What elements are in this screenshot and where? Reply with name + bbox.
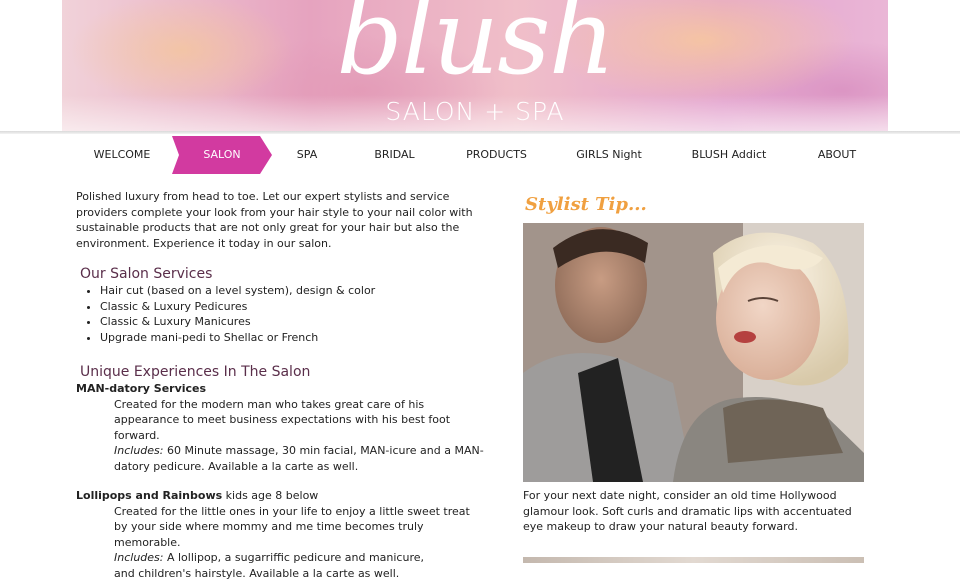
intro-text: Polished luxury from head to toe. Let ou… [76, 189, 486, 251]
nav-item-products[interactable]: PRODUCTS [449, 136, 544, 174]
includes-label: Includes: [114, 444, 163, 457]
main-nav: WELCOME SALON SPA BRIDAL PRODUCTS GIRLS … [62, 136, 888, 174]
nav-item-spa[interactable]: SPA [267, 136, 347, 174]
nav-item-bridal[interactable]: BRIDAL [347, 136, 442, 174]
unique-heading: Unique Experiences In The Salon [80, 363, 486, 381]
service-item: Classic & Luxury Manicures [100, 314, 486, 330]
man-service-desc: Created for the modern man who takes gre… [114, 397, 486, 444]
lollipops-includes: Includes: A lollipop, a sugarriffic pedi… [114, 550, 486, 566]
secondary-photo [523, 557, 864, 563]
stylist-tip-caption: For your next date night, consider an ol… [523, 488, 864, 535]
logo-subtitle: SALON + SPA [62, 97, 888, 126]
service-item: Hair cut (based on a level system), desi… [100, 283, 486, 299]
photo-illustration [523, 223, 864, 482]
includes-label: Includes: [114, 551, 163, 564]
header-divider [0, 131, 960, 134]
nav-item-about[interactable]: ABOUT [802, 136, 872, 174]
nav-item-girls-night[interactable]: GIRLS Night [559, 136, 659, 174]
lollipops-heading: Lollipops and Rainbows kids age 8 below [76, 488, 486, 504]
services-heading: Our Salon Services [80, 265, 486, 283]
lollipops-desc: Created for the little ones in your life… [114, 504, 486, 551]
services-list: Hair cut (based on a level system), desi… [76, 283, 486, 345]
stylist-tip-panel: Stylist Tip... [523, 194, 864, 535]
stylist-tip-photo [523, 223, 864, 482]
nav-item-blush-addict[interactable]: BLUSH Addict [674, 136, 784, 174]
main-content: Polished luxury from head to toe. Let ou… [76, 189, 486, 581]
includes-text: 60 Minute massage, 30 min facial, MAN-ic… [114, 444, 484, 473]
includes-text: A lollipop, a sugarriffic pedicure and m… [167, 551, 424, 564]
header-banner: blush SALON + SPA [62, 0, 888, 131]
service-item: Upgrade mani-pedi to Shellac or French [100, 330, 486, 346]
service-item: Classic & Luxury Pedicures [100, 299, 486, 315]
lollipops-age: kids age 8 below [226, 489, 319, 502]
logo-wordmark[interactable]: blush [62, 0, 888, 98]
stylist-tip-title: Stylist Tip... [525, 194, 864, 215]
nav-item-welcome[interactable]: WELCOME [72, 136, 172, 174]
lollipops-title: Lollipops and Rainbows [76, 489, 222, 502]
man-service-title: MAN-datory Services [76, 381, 486, 397]
lollipops-includes-cont: and children's hairstyle. Available a la… [114, 566, 486, 581]
nav-item-salon[interactable]: SALON [172, 136, 272, 174]
man-service-includes: Includes: 60 Minute massage, 30 min faci… [114, 443, 486, 474]
